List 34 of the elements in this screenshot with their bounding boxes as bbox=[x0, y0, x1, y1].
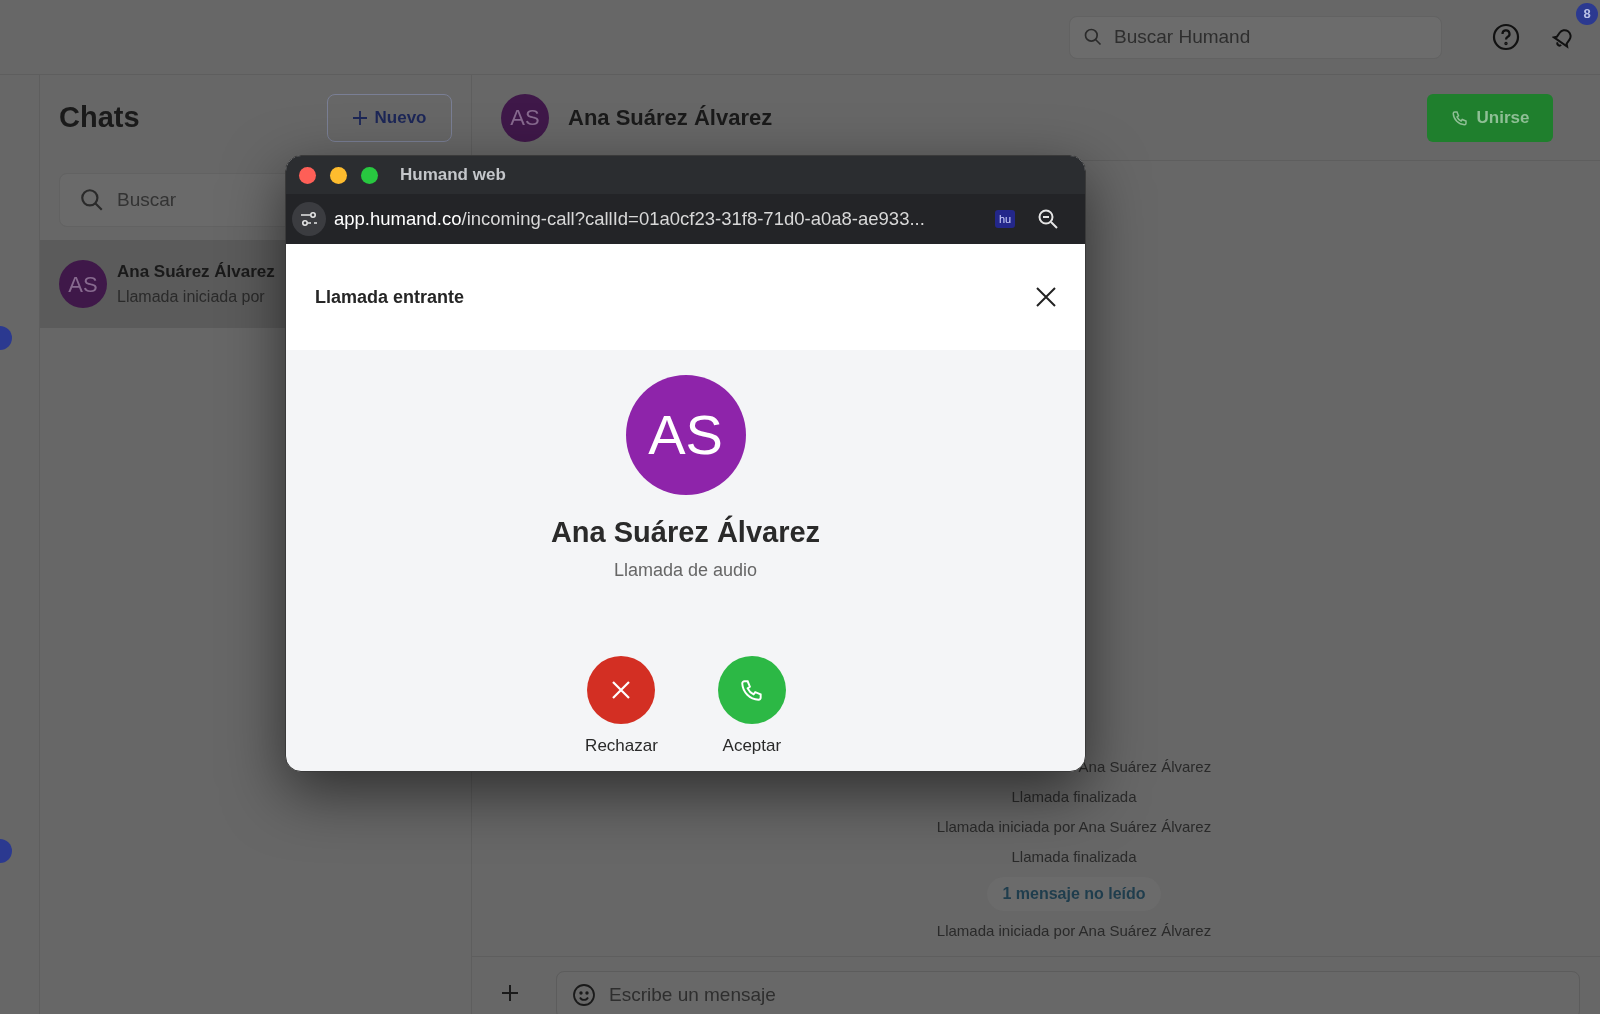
search-icon bbox=[79, 187, 105, 213]
avatar: AS bbox=[501, 93, 549, 142]
zoom-out-icon[interactable] bbox=[1037, 208, 1059, 230]
caller-avatar: AS bbox=[625, 375, 746, 495]
message-input[interactable]: Escribe un mensaje bbox=[556, 971, 1580, 1014]
chat-name: Ana Suárez Álvarez bbox=[117, 261, 275, 284]
close-icon bbox=[611, 679, 632, 700]
search-field[interactable]: Buscar Humand bbox=[1069, 15, 1442, 59]
help-icon[interactable] bbox=[1492, 23, 1520, 51]
action-label: Rechazar bbox=[585, 734, 658, 757]
minimize-window-button[interactable] bbox=[330, 166, 347, 184]
notification-badge: 8 bbox=[1576, 3, 1598, 25]
call-type: Llamada de audio bbox=[613, 558, 758, 582]
close-window-button[interactable] bbox=[299, 166, 316, 184]
contact-name: Ana Suárez Álvarez bbox=[568, 104, 773, 132]
panel-title: Chats bbox=[59, 100, 140, 136]
plus-icon[interactable] bbox=[502, 985, 518, 1001]
smiley-icon[interactable] bbox=[572, 983, 596, 1007]
dialog-title: Llamada entrante bbox=[315, 285, 465, 309]
plus-icon bbox=[352, 111, 367, 125]
search-icon bbox=[1083, 26, 1103, 47]
phone-icon bbox=[1450, 108, 1469, 127]
avatar: AS bbox=[59, 260, 107, 308]
caller-name: Ana Suárez Álvarez bbox=[550, 514, 821, 550]
call-event: Llamada iniciada por Ana Suárez Álvarez bbox=[936, 817, 1212, 837]
extension-badge[interactable]: hu bbox=[995, 210, 1015, 228]
action-label: Aceptar bbox=[722, 734, 782, 757]
maximize-window-button[interactable] bbox=[361, 166, 378, 184]
call-event: Llamada iniciada por Ana Suárez Álvarez bbox=[936, 921, 1212, 941]
site-settings-icon[interactable] bbox=[292, 202, 326, 236]
join-call-button[interactable]: Unirse bbox=[1427, 93, 1553, 142]
close-icon[interactable] bbox=[1036, 287, 1056, 307]
call-event: Llamada finalizada bbox=[1011, 847, 1137, 867]
new-chat-button[interactable]: Nuevo bbox=[327, 94, 452, 142]
